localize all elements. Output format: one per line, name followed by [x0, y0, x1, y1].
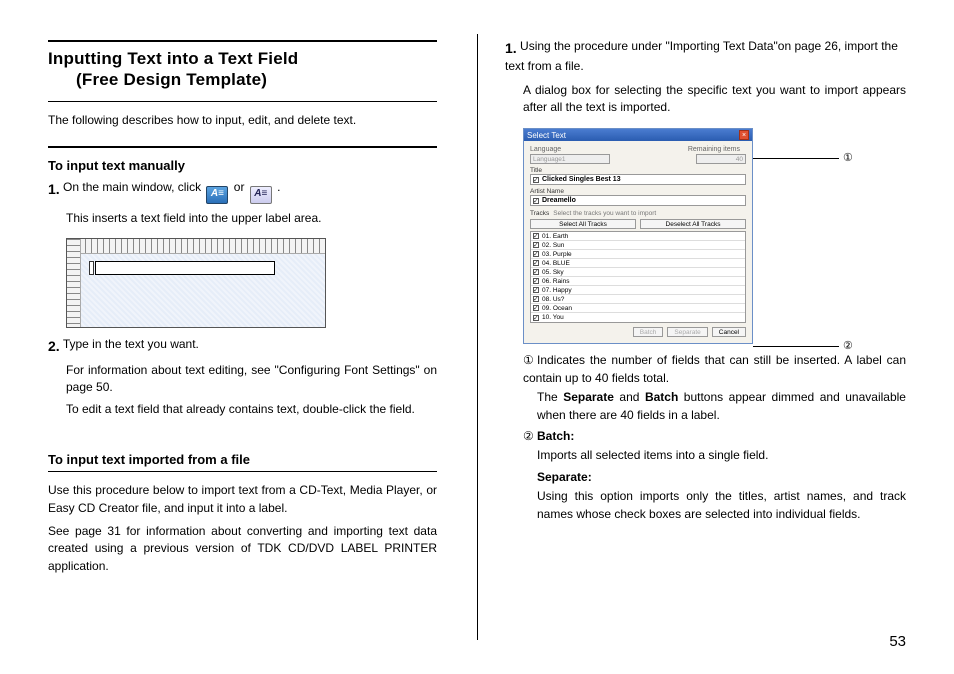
- artist-row[interactable]: Dreamello: [530, 195, 746, 206]
- rule-mid: [48, 146, 437, 148]
- rule-under-sub2: [48, 471, 437, 472]
- dialog-wrap: Select Text × Language Remaining items L…: [523, 128, 906, 344]
- separate-button[interactable]: Separate: [667, 327, 707, 337]
- right-column: 1. Using the procedure under "Importing …: [477, 0, 954, 674]
- dialog-body: Language Remaining items Language1 40 Ti…: [524, 141, 752, 343]
- track-checkbox[interactable]: [533, 242, 539, 248]
- separate-text: Using this option imports only the title…: [537, 488, 906, 523]
- track-row[interactable]: 04. BLUE: [531, 259, 745, 268]
- separate-label-row: Separate:: [537, 469, 906, 486]
- track-row[interactable]: 05. Sky: [531, 268, 745, 277]
- step1-num: 1.: [48, 179, 60, 199]
- step1-sub: This inserts a text field into the upper…: [66, 210, 437, 227]
- cursor-marker: [89, 261, 94, 275]
- select-all-button[interactable]: Select All Tracks: [530, 219, 636, 229]
- sub-heading-import: To input text imported from a file: [48, 452, 437, 467]
- close-icon[interactable]: ×: [739, 130, 749, 140]
- title-line2: (Free Design Template): [48, 69, 437, 90]
- step1-body: On the main window, click A≡ or A≡ .: [63, 180, 280, 194]
- track-checkbox[interactable]: [533, 315, 539, 321]
- rule-top: [48, 40, 437, 42]
- track-checkbox[interactable]: [533, 278, 539, 284]
- pointer-line-1: [753, 158, 839, 159]
- tracks-desc: Select the tracks you want to import: [553, 210, 656, 217]
- artist-value: Dreamello: [542, 197, 576, 204]
- track-row[interactable]: 09. Ocean: [531, 304, 745, 313]
- callout2-num: ②: [523, 428, 537, 445]
- select-text-dialog: Select Text × Language Remaining items L…: [523, 128, 753, 344]
- intro-text: The following describes how to input, ed…: [48, 112, 437, 129]
- inserted-text-field: [95, 261, 275, 275]
- callout1-num: ①: [523, 352, 537, 369]
- track-row[interactable]: 10. You: [531, 313, 745, 322]
- r-step1-sub: A dialog box for selecting the specific …: [523, 82, 906, 117]
- cancel-button[interactable]: Cancel: [712, 327, 746, 337]
- callout-marker-2: ②: [843, 339, 853, 352]
- r-step1-num: 1.: [505, 38, 517, 58]
- track-checkbox[interactable]: [533, 305, 539, 311]
- r-step1-body: Using the procedure under "Importing Tex…: [505, 39, 898, 73]
- tracks-label: Tracks: [530, 210, 549, 217]
- track-row[interactable]: 02. Sun: [531, 241, 745, 250]
- import-para1: Use this procedure below to import text …: [48, 482, 437, 517]
- track-row[interactable]: 06. Rains: [531, 277, 745, 286]
- step2-body: Type in the text you want.: [63, 337, 199, 351]
- dialog-title: Select Text: [527, 131, 566, 140]
- track-row[interactable]: 08. Us?: [531, 295, 745, 304]
- title-line1: Inputting Text into a Text Field: [48, 49, 298, 68]
- artist-label: Artist Name: [530, 188, 746, 195]
- rule-under-title: [48, 101, 437, 102]
- pointer-line-2: [753, 346, 839, 347]
- lang-label: Language: [530, 146, 580, 153]
- dialog-titlebar: Select Text ×: [524, 129, 752, 141]
- page-number: 53: [889, 633, 906, 650]
- track-checkbox[interactable]: [533, 251, 539, 257]
- dialog-button-row: Batch Separate Cancel: [530, 327, 746, 337]
- track-checkbox[interactable]: [533, 287, 539, 293]
- tracks-list: 01. Earth 02. Sun 03. Purple 04. BLUE 05…: [530, 231, 746, 323]
- deselect-all-button[interactable]: Deselect All Tracks: [640, 219, 746, 229]
- left-column: Inputting Text into a Text Field (Free D…: [0, 0, 477, 674]
- step2-num: 2.: [48, 336, 60, 356]
- artist-checkbox[interactable]: [533, 198, 539, 204]
- callout-1: ①Indicates the number of fields that can…: [523, 352, 906, 387]
- title-label: Title: [530, 167, 746, 174]
- text-tool-lower-icon: A≡: [250, 186, 272, 204]
- separate-label: Separate:: [537, 470, 592, 484]
- step-1: 1. On the main window, click A≡ or A≡ .: [48, 179, 437, 204]
- track-checkbox[interactable]: [533, 296, 539, 302]
- track-checkbox[interactable]: [533, 269, 539, 275]
- track-checkbox[interactable]: [533, 260, 539, 266]
- lang-field[interactable]: Language1: [530, 154, 610, 164]
- text-tool-upper-icon: A≡: [206, 186, 228, 204]
- step2-sub2: To edit a text field that already contai…: [66, 401, 437, 418]
- sub-heading-manual: To input text manually: [48, 158, 437, 173]
- step-2: 2. Type in the text you want.: [48, 336, 437, 356]
- track-checkbox[interactable]: [533, 233, 539, 239]
- track-row[interactable]: 01. Earth: [531, 232, 745, 241]
- figure-label-editor: [66, 238, 326, 328]
- ruler-vertical: [67, 239, 81, 327]
- callout1-sub: The Separate and Batch buttons appear di…: [537, 389, 906, 424]
- batch-button[interactable]: Batch: [633, 327, 664, 337]
- remaining-field: 40: [696, 154, 746, 164]
- track-row[interactable]: 07. Happy: [531, 286, 745, 295]
- title-row[interactable]: Clicked Singles Best 13: [530, 174, 746, 185]
- batch-text: Imports all selected items into a single…: [537, 447, 906, 464]
- callout-marker-1: ①: [843, 151, 853, 164]
- step2-sub1: For information about text editing, see …: [66, 362, 437, 397]
- r-step1: 1. Using the procedure under "Importing …: [505, 38, 906, 76]
- batch-label: Batch:: [537, 429, 574, 443]
- import-para2: See page 31 for information about conver…: [48, 523, 437, 575]
- main-title: Inputting Text into a Text Field (Free D…: [48, 48, 437, 91]
- title-checkbox[interactable]: [533, 177, 539, 183]
- callout-2: ②Batch:: [523, 428, 906, 445]
- remain-label: Remaining items: [580, 146, 746, 153]
- callout1-text: Indicates the number of fields that can …: [523, 353, 906, 384]
- track-row[interactable]: 03. Purple: [531, 250, 745, 259]
- title-value: Clicked Singles Best 13: [542, 176, 621, 183]
